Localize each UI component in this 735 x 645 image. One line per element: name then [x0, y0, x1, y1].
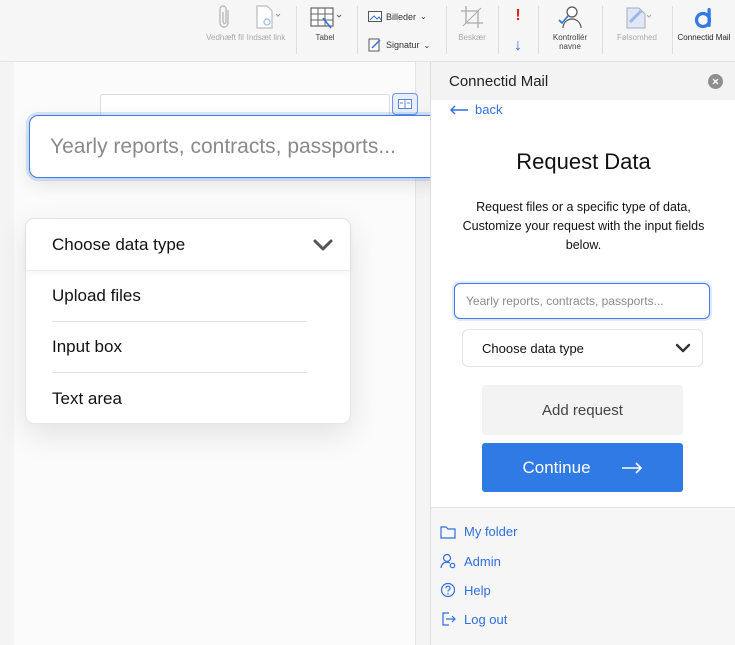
continue-button[interactable]: Continue [482, 443, 683, 492]
nav-help-label: Help [464, 582, 491, 598]
nav-my-folder[interactable]: My folder [440, 524, 517, 539]
crop-label: Beskær [458, 33, 486, 42]
request-search-placeholder: Yearly reports, contracts, passports... [466, 294, 664, 308]
image-icon [368, 11, 382, 22]
option-upload-files[interactable]: Upload files [52, 271, 307, 322]
folder-icon [440, 525, 456, 539]
table-label: Tabel [315, 33, 335, 42]
attach-file-label: Vedhæft fil [206, 33, 244, 42]
ribbon-divider [357, 6, 358, 54]
ribbon-divider [498, 6, 499, 54]
request-search-input[interactable]: Yearly reports, contracts, passports... [454, 283, 710, 319]
page: Vedhæft fil Indsæt link Tabel Billeder ⌄… [0, 0, 735, 645]
insert-link-label: Indsæt link [246, 33, 286, 42]
request-description: Request files or a specific type of data… [462, 200, 705, 252]
address-book-icon [398, 99, 412, 109]
dropdown-label: Choose data type [52, 234, 186, 254]
pane-footer-nav: My folder Admin Help Log out [431, 507, 735, 645]
check-names-label: Kontrollér navne [552, 33, 588, 51]
sensitivity-label: Følsomhed [616, 33, 657, 42]
crop-icon [461, 6, 483, 28]
table-icon [310, 7, 342, 29]
attach-file-button[interactable]: Vedhæft fil [205, 4, 245, 42]
ribbon-divider [446, 6, 447, 54]
signature-icon [368, 38, 381, 52]
data-type-select[interactable]: Choose data type [462, 329, 703, 367]
ribbon-divider [672, 6, 673, 54]
continue-label: Continue [522, 457, 591, 477]
option-text-area[interactable]: Text area [52, 373, 307, 424]
ribbon-divider [296, 6, 297, 54]
page-title: Request Data [516, 149, 651, 174]
nav-admin-label: Admin [464, 553, 501, 569]
sensitivity-button[interactable]: Følsomhed [609, 4, 665, 42]
add-request-label: Add request [542, 401, 623, 419]
check-names-icon [558, 6, 582, 29]
low-importance-icon[interactable]: ↓ [514, 38, 522, 54]
ribbon-divider [602, 6, 603, 54]
nav-my-folder-label: My folder [464, 524, 518, 539]
insert-link-button[interactable]: Indsæt link [246, 4, 286, 42]
ribbon-toolbar: Vedhæft fil Indsæt link Tabel Billeder ⌄… [0, 0, 735, 62]
email-subject-field[interactable] [100, 94, 390, 116]
zoomed-search-placeholder: Yearly reports, contracts, passports... [50, 134, 396, 158]
arrow-right-icon [621, 461, 642, 474]
sensitivity-icon [626, 7, 652, 29]
nav-admin[interactable]: Admin [440, 553, 501, 569]
help-icon [440, 582, 456, 598]
address-book-button[interactable] [392, 93, 418, 115]
add-request-button[interactable]: Add request [482, 385, 683, 435]
priority-buttons: ! ↓ [508, 8, 528, 54]
back-link[interactable]: back [449, 102, 502, 117]
chevron-down-icon: ⌄ [423, 40, 431, 50]
arrow-left-icon [450, 105, 468, 114]
admin-user-icon [440, 553, 456, 569]
data-type-select-label: Choose data type [482, 340, 584, 356]
dropdown-header[interactable]: Choose data type [26, 219, 350, 271]
signature-button[interactable]: Signatur ⌄ [368, 38, 430, 52]
zoomed-data-type-dropdown[interactable]: Choose data type Upload files Input box … [25, 218, 351, 424]
connectid-logo-icon [694, 8, 712, 29]
connectid-mail-button[interactable]: Connectid Mail [677, 4, 731, 42]
connectid-mail-label: Connectid Mail [677, 33, 731, 42]
close-icon [712, 78, 719, 84]
signature-label: Signatur [386, 40, 420, 50]
insert-link-icon [256, 5, 281, 29]
images-button[interactable]: Billeder ⌄ [368, 11, 427, 22]
zoomed-search-input[interactable]: Yearly reports, contracts, passports... [29, 115, 462, 178]
table-button[interactable]: Tabel [303, 4, 347, 42]
nav-help[interactable]: Help [440, 582, 491, 598]
images-label: Billeder [386, 11, 417, 22]
pane-header: Connectid Mail [431, 62, 735, 100]
chevron-down-icon [313, 239, 333, 250]
logout-icon [442, 612, 456, 626]
check-names-button[interactable]: Kontrollér navne [545, 4, 595, 51]
back-label: back [475, 102, 503, 117]
crop-button[interactable]: Beskær [452, 4, 492, 42]
chevron-down-icon [675, 343, 691, 353]
connectid-task-pane: Connectid Mail back Request Data Request… [430, 62, 735, 645]
pane-title: Connectid Mail [449, 72, 549, 90]
paperclip-icon [219, 5, 229, 28]
high-importance-icon[interactable]: ! [515, 8, 520, 24]
nav-log-out-label: Log out [464, 611, 508, 627]
close-pane-button[interactable] [708, 73, 723, 89]
ribbon-divider [538, 6, 539, 54]
nav-log-out[interactable]: Log out [440, 611, 507, 627]
chevron-down-icon: ⌄ [420, 12, 427, 21]
option-input-box[interactable]: Input box [52, 322, 307, 373]
